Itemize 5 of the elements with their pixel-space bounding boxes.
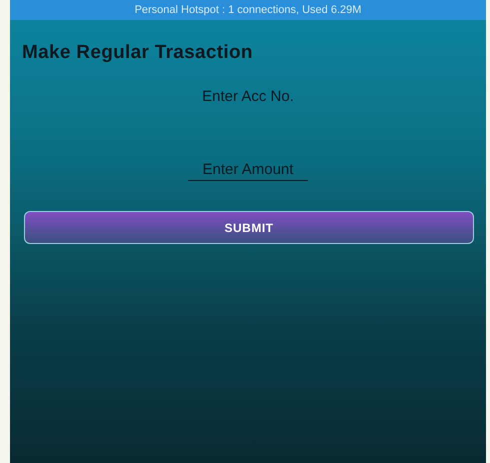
input-field[interactable]: Enter Acc No. [168, 86, 328, 107]
page-title: Make Regular Trasaction [22, 42, 254, 64]
submit-button[interactable]: SUBMIT [24, 211, 474, 244]
status-bar: Personal Hotspot : 1 connections, Used 6.29M [10, 0, 486, 20]
input-field[interactable]: Enter Amount [188, 159, 308, 181]
